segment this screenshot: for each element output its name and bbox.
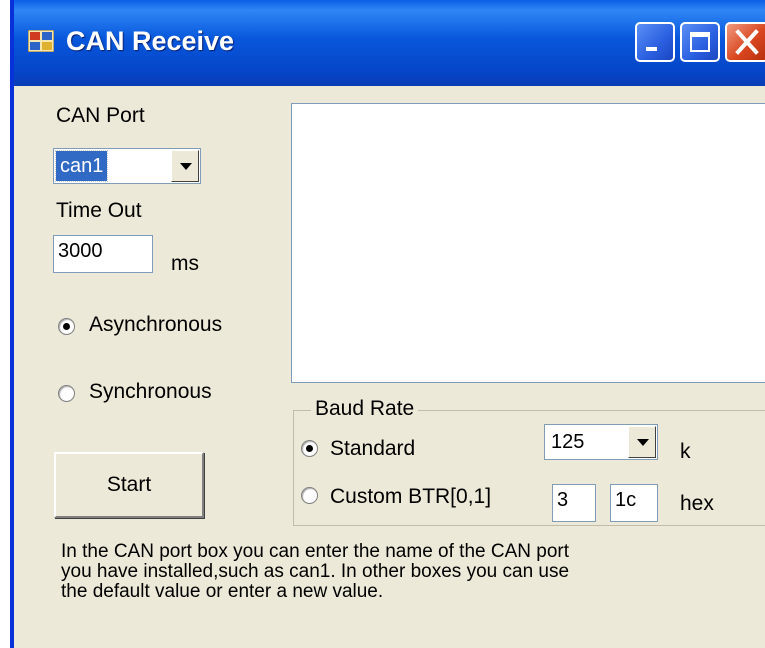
minimize-icon — [646, 47, 657, 51]
btr1-input[interactable]: 1c — [610, 484, 658, 522]
maximize-button[interactable] — [680, 22, 720, 62]
synchronous-radio[interactable] — [58, 385, 75, 402]
asynchronous-radio[interactable] — [58, 318, 75, 335]
close-icon — [735, 29, 759, 55]
time-out-input[interactable]: 3000 — [53, 235, 153, 273]
standard-baud-value: 125 — [551, 431, 585, 453]
can-port-dropdown-button[interactable] — [171, 150, 199, 182]
can-receive-window: CAN Receive CAN Port can1 Time Out 3000 … — [10, 0, 765, 648]
start-button[interactable]: Start — [54, 452, 204, 518]
close-button[interactable] — [725, 22, 765, 62]
synchronous-label[interactable]: Synchronous — [89, 380, 212, 404]
app-icon — [28, 30, 54, 52]
asynchronous-label[interactable]: Asynchronous — [89, 313, 222, 337]
standard-unit: k — [680, 440, 691, 463]
time-out-unit: ms — [171, 252, 199, 275]
custom-btr-label[interactable]: Custom BTR[0,1] — [330, 485, 491, 509]
custom-btr-radio[interactable] — [301, 487, 318, 504]
standard-radio[interactable] — [301, 440, 318, 457]
can-port-label: CAN Port — [56, 104, 145, 127]
minimize-button[interactable] — [635, 22, 675, 62]
standard-baud-dropdown-button[interactable] — [628, 426, 656, 458]
can-port-value: can1 — [54, 150, 109, 182]
standard-baud-select[interactable]: 125 — [544, 424, 658, 460]
can-port-select[interactable]: can1 — [53, 148, 201, 184]
help-line-3: the default value or enter a new value. — [61, 581, 384, 602]
standard-label[interactable]: Standard — [330, 437, 415, 461]
maximize-icon — [690, 32, 710, 52]
custom-unit: hex — [680, 492, 714, 515]
title-bar[interactable]: CAN Receive — [14, 0, 765, 86]
help-line-2: you have installed,such as can1. In othe… — [61, 561, 570, 582]
help-text: In the CAN port box you can enter the na… — [61, 542, 741, 602]
received-messages-box[interactable] — [291, 103, 765, 383]
btr0-input[interactable]: 3 — [552, 484, 596, 522]
time-out-label: Time Out — [56, 199, 142, 222]
window-title: CAN Receive — [66, 26, 235, 56]
baud-rate-legend: Baud Rate — [311, 397, 419, 421]
help-line-1: In the CAN port box you can enter the na… — [61, 541, 569, 562]
